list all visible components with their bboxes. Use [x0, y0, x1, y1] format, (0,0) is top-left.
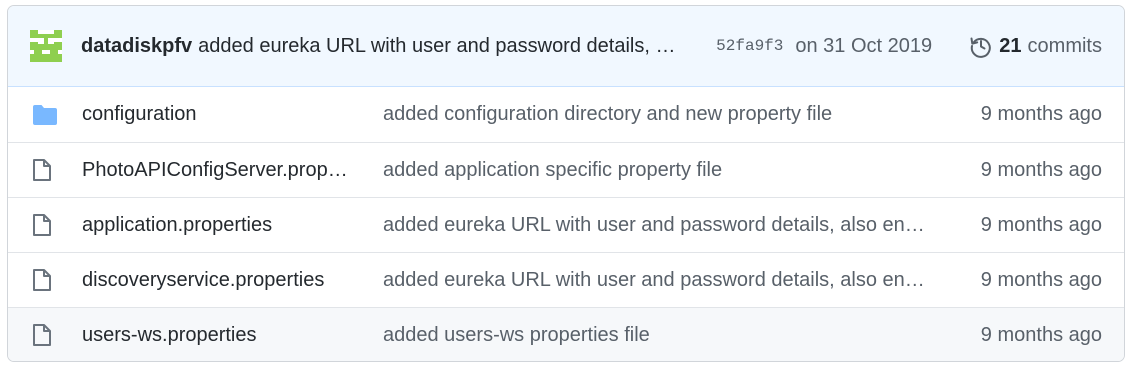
file-name[interactable]: configuration — [82, 103, 358, 126]
file-name[interactable]: PhotoAPIConfigServer.properties — [82, 159, 358, 182]
file-row: users-ws.properties added users-ws prope… — [8, 307, 1124, 361]
file-icon — [32, 158, 58, 182]
file-age: 9 months ago — [980, 323, 1102, 346]
file-row: application.properties added eureka URL … — [8, 197, 1124, 252]
commit-date: on 31 Oct 2019 — [795, 34, 933, 57]
commits-label: commits — [1027, 34, 1102, 57]
file-commit-message[interactable]: added users-ws properties file — [383, 324, 928, 347]
history-icon — [970, 37, 992, 58]
file-age: 9 months ago — [980, 103, 1102, 125]
file-row: PhotoAPIConfigServer.properties added ap… — [8, 142, 1124, 197]
file-commit-message[interactable]: added eureka URL with user and password … — [383, 214, 928, 237]
file-age: 9 months ago — [980, 213, 1102, 236]
file-commit-message[interactable]: added configuration directory and new pr… — [383, 103, 928, 126]
file-name[interactable]: application.properties — [82, 214, 358, 237]
file-icon — [32, 323, 58, 347]
folder-icon — [32, 104, 58, 126]
file-name[interactable]: users-ws.properties — [82, 324, 358, 347]
commits-link[interactable]: 21 commits — [969, 34, 1102, 58]
commit-message[interactable]: added eureka URL with user and password … — [198, 35, 678, 58]
file-commit-message[interactable]: added application specific property file — [383, 159, 928, 182]
file-commit-message[interactable]: added eureka URL with user and password … — [383, 269, 928, 292]
file-name[interactable]: discoveryservice.properties — [82, 269, 358, 292]
file-age: 9 months ago — [980, 158, 1102, 181]
file-icon — [32, 213, 58, 237]
file-row: discoveryservice.properties added eureka… — [8, 252, 1124, 307]
file-browser: datadiskpfv added eureka URL with user a… — [7, 5, 1125, 362]
commit-count: 21 — [999, 34, 1022, 57]
file-age: 9 months ago — [980, 268, 1102, 291]
commit-author[interactable]: datadiskpfv — [81, 35, 192, 58]
latest-commit-bar: datadiskpfv added eureka URL with user a… — [8, 6, 1124, 87]
file-row: configuration added configuration direct… — [8, 87, 1124, 142]
avatar[interactable] — [30, 30, 62, 62]
commit-sha[interactable]: 52fa9f3 — [716, 37, 783, 55]
file-icon — [32, 268, 58, 292]
